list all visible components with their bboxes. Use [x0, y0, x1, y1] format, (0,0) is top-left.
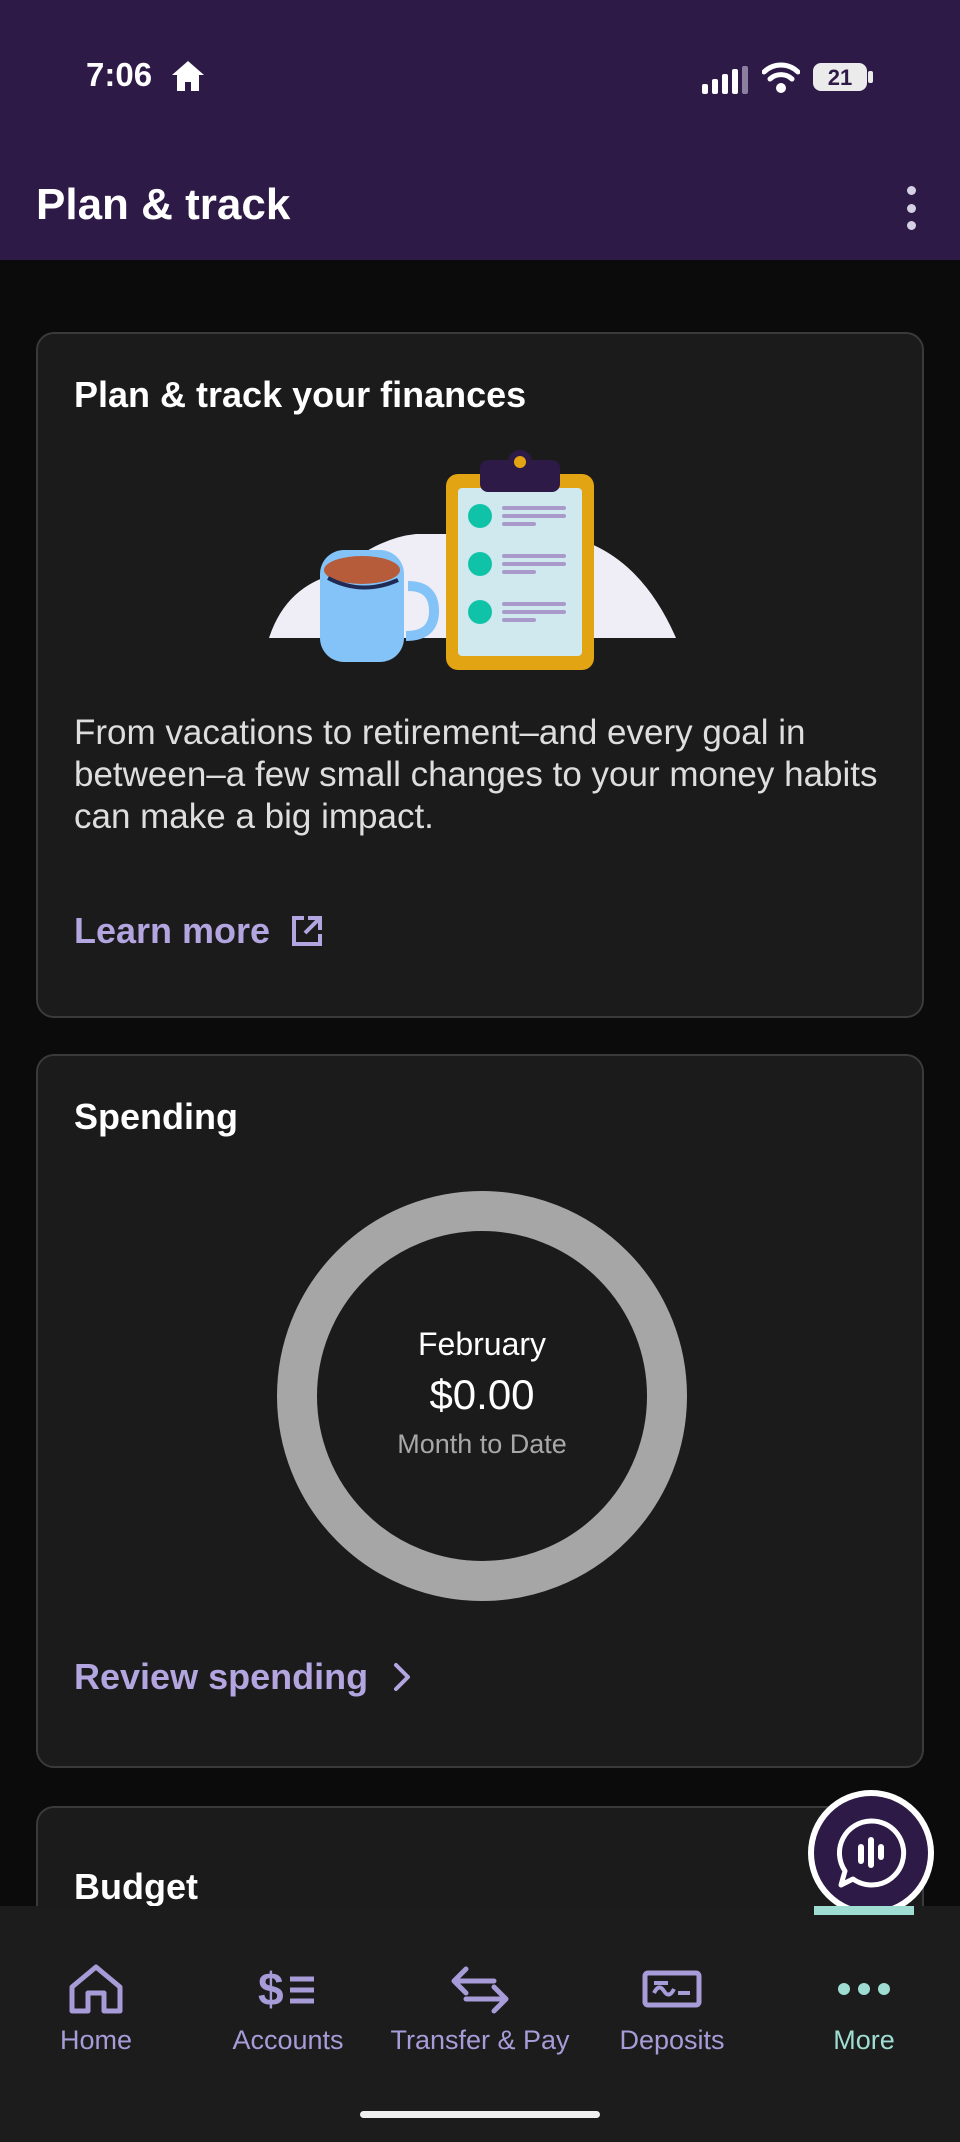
- battery-icon: 21: [813, 63, 873, 91]
- budget-card-title: Budget: [74, 1866, 198, 1907]
- nav-more[interactable]: More: [768, 1906, 960, 2056]
- nav-accounts[interactable]: $ Accounts: [192, 1906, 384, 2056]
- nav-accounts-label: Accounts: [232, 2025, 344, 2055]
- nav-home[interactable]: Home: [0, 1906, 192, 2056]
- spending-amount: $0.00: [429, 1371, 535, 1418]
- home-status-icon: [172, 61, 204, 91]
- nav-more-label: More: [833, 2025, 895, 2055]
- plan-card-title: Plan & track your finances: [74, 374, 527, 415]
- svg-text:$: $: [258, 1963, 284, 2015]
- review-spending-link[interactable]: Review spending: [74, 1656, 412, 1698]
- clipboard-coffee-illustration: [269, 450, 676, 670]
- signal-icon: [702, 66, 748, 94]
- battery-level: 21: [828, 65, 852, 90]
- spending-period: Month to Date: [397, 1429, 567, 1459]
- bottom-navigation: Home $ Accounts Transfer & Pay Deposits …: [0, 1906, 960, 2142]
- chevron-right-icon: [394, 1663, 411, 1691]
- overflow-menu-icon[interactable]: [896, 180, 926, 236]
- home-indicator[interactable]: [360, 2111, 600, 2118]
- external-link-icon: [292, 916, 323, 946]
- learn-more-label: Learn more: [74, 910, 271, 951]
- learn-more-link[interactable]: Learn more: [74, 910, 324, 952]
- transfer-icon: [451, 1966, 509, 2013]
- spending-month: February: [417, 1326, 547, 1362]
- status-time: 7:06: [86, 56, 153, 93]
- spending-card: Spending February $0.00 Month to Date Re…: [36, 1054, 924, 1768]
- nav-deposits-label: Deposits: [619, 2025, 725, 2055]
- accounts-icon: $: [258, 1963, 314, 2015]
- nav-home-label: Home: [59, 2025, 133, 2055]
- chat-bubble-icon: [836, 1818, 907, 1888]
- nav-transfer-pay-label: Transfer & Pay: [390, 2025, 570, 2055]
- chat-assistant-button[interactable]: [808, 1790, 934, 1916]
- page-title: Plan & track: [36, 180, 291, 229]
- plan-card-description: From vacations to retirement–and every g…: [74, 713, 878, 836]
- wifi-icon: [762, 62, 800, 93]
- plan-track-card: Plan & track your finances From vacation…: [36, 332, 924, 1018]
- spending-card-title: Spending: [74, 1096, 238, 1137]
- review-spending-label: Review spending: [74, 1656, 369, 1697]
- more-icon: [838, 1982, 890, 1995]
- nav-deposits[interactable]: Deposits: [576, 1906, 768, 2056]
- donut-center: February $0.00 Month to Date: [276, 1190, 688, 1602]
- deposit-check-icon: [642, 1970, 702, 2007]
- home-icon: [69, 1964, 123, 2013]
- app-header: 7:06 21 Plan & track: [0, 0, 960, 260]
- nav-transfer-pay[interactable]: Transfer & Pay: [384, 1906, 576, 2056]
